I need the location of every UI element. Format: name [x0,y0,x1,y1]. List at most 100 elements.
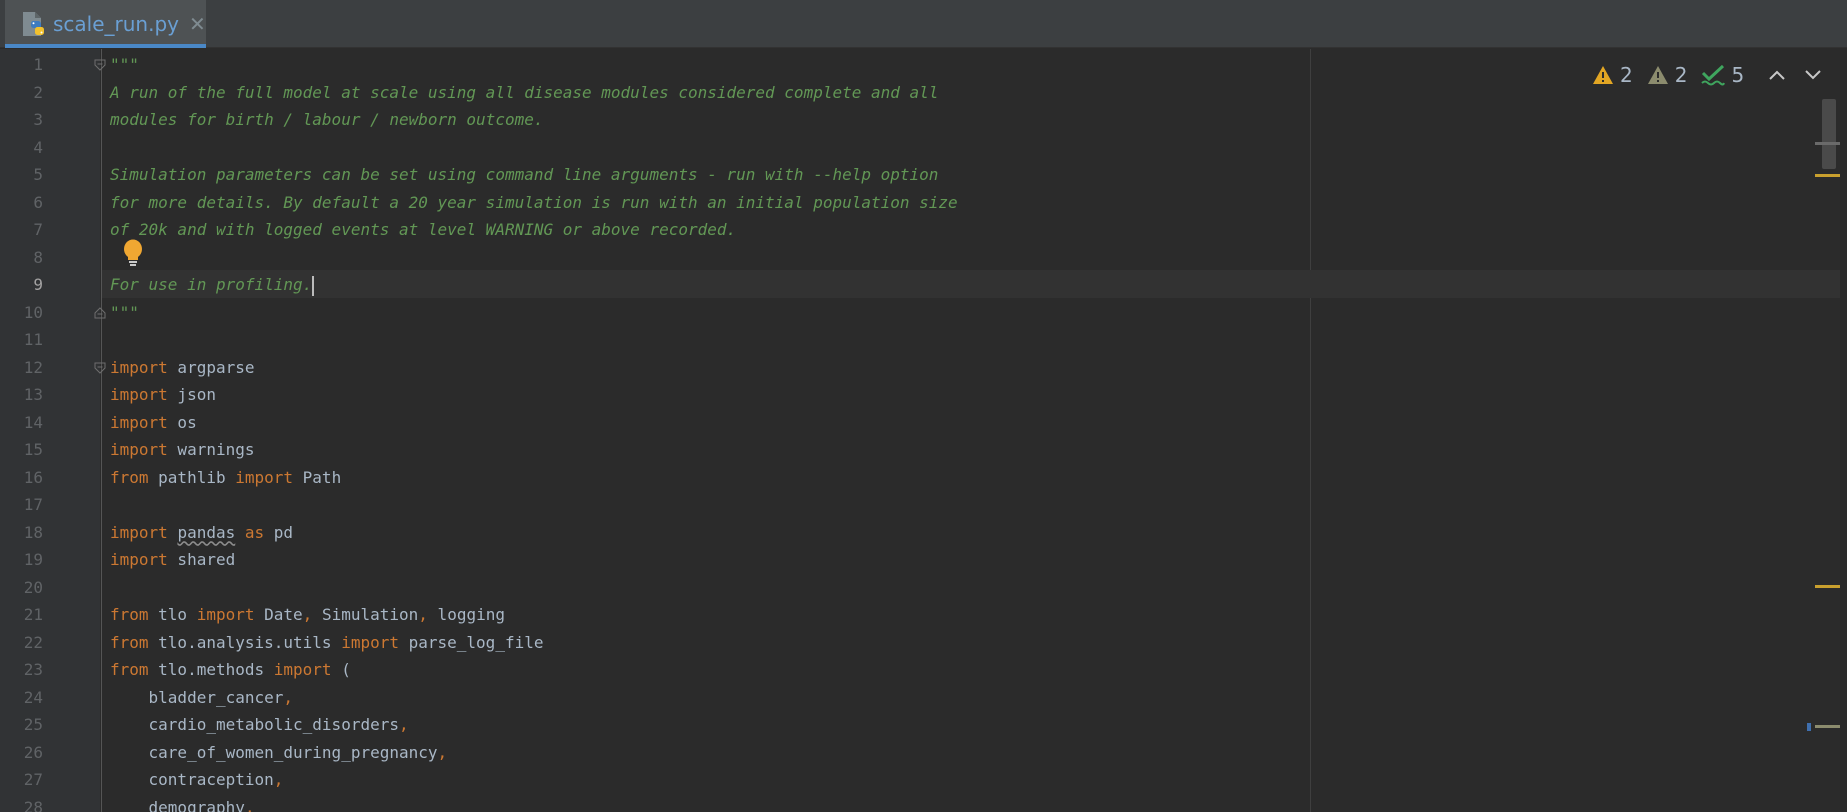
vertical-scrollbar[interactable] [1818,89,1840,812]
change-marker[interactable] [1807,723,1811,731]
code-line[interactable]: 24 bladder_cancer, [0,684,1820,712]
scrollbar-thumb[interactable] [1822,99,1836,169]
line-number: 5 [33,165,43,184]
code-token: from [110,632,149,652]
previous-highlight-icon[interactable] [1768,68,1786,82]
code-line[interactable]: 14 import os [0,409,1820,437]
warning-icon [1593,66,1613,84]
code-line[interactable]: 28 demography, [0,794,1820,812]
weak-warning-marker[interactable] [1815,725,1840,728]
code-token: from [110,660,149,679]
code-token: import [341,632,399,652]
code-line[interactable]: 20 [0,574,1820,602]
code-text: import warnings [110,436,255,464]
next-highlight-icon[interactable] [1804,68,1822,82]
tab-scale-run[interactable]: scale_run.py ✕ [5,0,206,48]
text-caret [312,275,315,296]
tab-active-indicator [5,44,206,48]
code-text: from tlo import Date, Simulation, loggin… [110,601,505,629]
code-line[interactable]: 22 from tlo.analysis.utils import parse_l… [0,629,1820,657]
scroll-marker[interactable] [1815,142,1840,145]
code-token: for more details. By default a 20 year s… [110,192,958,212]
code-line[interactable]: 7 of 20k and with logged events at level … [0,216,1820,244]
code-token: , [398,715,409,734]
code-line[interactable]: 8 [0,244,1820,272]
code-text: For use in profiling. [110,271,315,299]
code-text: for more details. By default a 20 year s… [110,189,958,217]
line-number: 21 [23,605,43,624]
code-token: Path [293,467,342,487]
line-number: 22 [23,632,43,652]
line-number: 6 [33,192,43,212]
line-number: 13 [23,385,43,404]
code-token: as [244,522,265,542]
code-token: import [110,522,168,542]
warnings-indicator[interactable]: 2 [1592,63,1633,87]
typos-indicator[interactable]: 5 [1701,63,1744,87]
code-token: import [110,385,168,404]
code-line[interactable]: 12 import argparse [0,354,1820,382]
line-number: 7 [33,220,43,239]
code-text: bladder_cancer, [110,684,294,712]
line-number: 9 [33,275,43,294]
code-line[interactable]: 3 modules for birth / labour / newborn ou… [0,106,1820,134]
code-line[interactable]: 16 from pathlib import Path [0,464,1820,492]
code-line[interactable]: 17 [0,491,1820,519]
code-token: logging [427,605,505,624]
code-text: care_of_women_during_pregnancy, [110,739,448,767]
code-line[interactable]: 19 import shared [0,546,1820,574]
code-line[interactable]: 6 for more details. By default a 20 year … [0,189,1820,217]
code-token: tlo [148,605,197,624]
code-line[interactable]: 2 A run of the full model at scale using … [0,79,1820,107]
code-token: modules for birth / labour / newborn out… [110,110,544,129]
code-line[interactable]: 26 care_of_women_during_pregnancy, [0,739,1820,767]
code-token: Simulation parameters can be set using c… [110,165,939,184]
line-number: 24 [23,687,43,707]
code-token: from [110,467,149,487]
code-line[interactable]: 1 """ [0,51,1820,79]
code-line[interactable]: 4 [0,134,1820,162]
code-token: of 20k and with logged events at level W… [110,220,737,239]
weak-warnings-indicator[interactable]: 2 [1647,63,1687,87]
code-line[interactable]: 13 import json [0,381,1820,409]
code-text: from tlo.methods import ( [110,656,351,684]
code-token: cardio_metabolic_disorders [110,715,399,734]
code-token: import [110,357,168,377]
code-line[interactable]: 10 """ [0,299,1820,327]
code-line[interactable]: 11 [0,326,1820,354]
line-number: 14 [23,412,43,432]
line-number: 2 [33,82,43,102]
code-text: import argparse [110,354,255,382]
code-line[interactable]: 23 from tlo.methods import ( [0,656,1820,684]
weak-warning-icon [1647,66,1668,84]
line-number: 19 [23,550,43,569]
code-token: os [167,412,197,432]
code-line[interactable]: 27 contraception, [0,766,1820,794]
code-text: import pandas as pd [110,519,293,547]
code-editor[interactable]: 1 """ 2 A run of the full model at scale us… [0,49,1847,812]
line-number: 15 [23,440,43,459]
code-line[interactable]: 18 import pandas as pd [0,519,1820,547]
typo-check-icon [1701,64,1726,86]
code-token: warnings [167,440,255,459]
line-number: 12 [23,357,43,377]
code-token: import [110,440,168,459]
code-text: demography, [110,794,255,812]
warning-marker[interactable] [1815,585,1840,588]
line-number: 18 [23,522,43,542]
code-token: parse_log_file [398,632,544,652]
inspection-widget[interactable]: 2 2 5 [1592,61,1822,89]
code-line[interactable]: 5 Simulation parameters can be set using … [0,161,1820,189]
code-text: import os [110,409,197,437]
code-text: modules for birth / labour / newborn out… [110,106,543,134]
close-icon[interactable]: ✕ [189,12,206,36]
code-text: """ [110,51,139,79]
code-text: A run of the full model at scale using a… [110,79,938,107]
code-line[interactable]: 15 import warnings [0,436,1820,464]
warning-marker[interactable] [1815,174,1840,177]
code-line[interactable]: 25 cardio_metabolic_disorders, [0,711,1820,739]
line-number: 11 [23,330,43,349]
code-line[interactable]: 21 from tlo import Date, Simulation, logg… [0,601,1820,629]
code-line[interactable]: 9 For use in profiling. [0,271,1820,299]
